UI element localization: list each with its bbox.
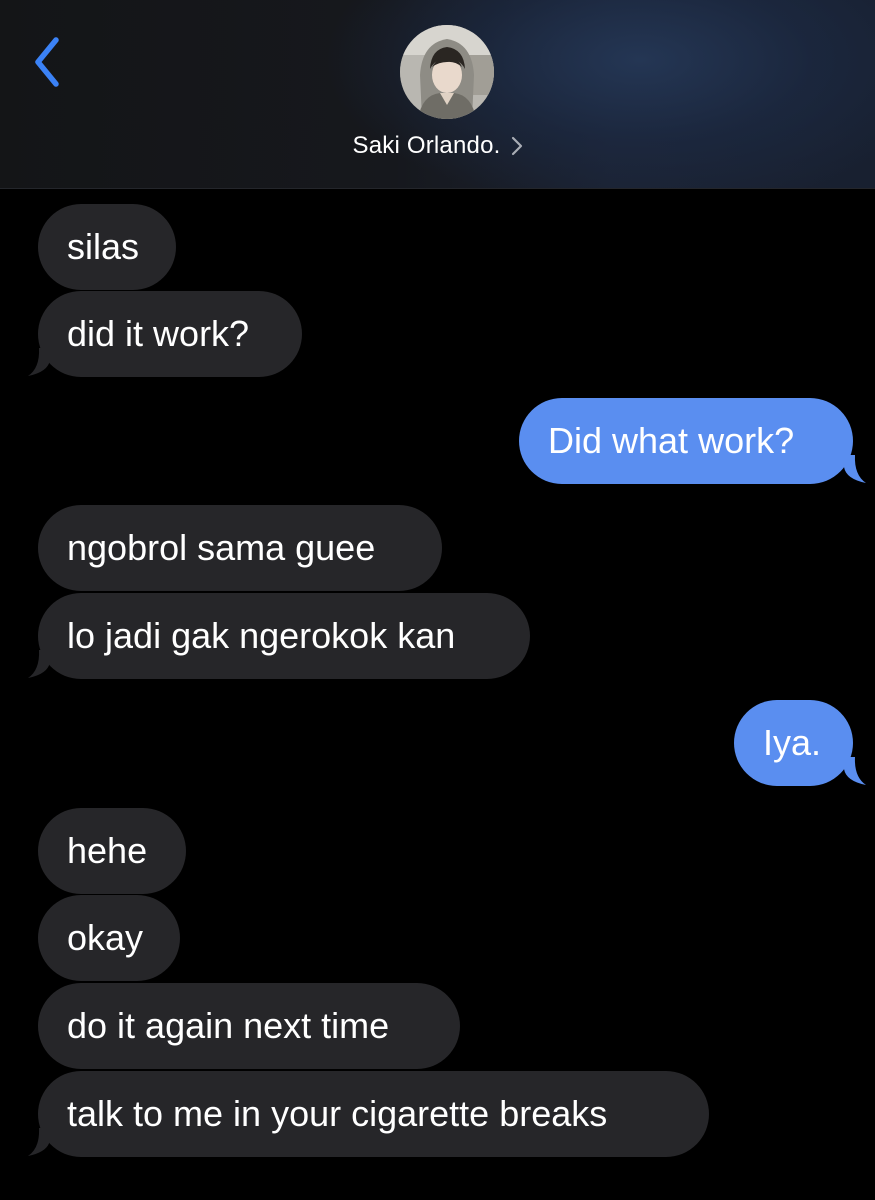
message-bubble-incoming[interactable]: talk to me in your cigarette breaks — [38, 1071, 709, 1157]
message-bubble-incoming[interactable]: do it again next time — [38, 983, 460, 1069]
message-text: do it again next time — [67, 1005, 390, 1046]
chevron-left-icon — [35, 37, 59, 87]
message-bubble-incoming[interactable]: lo jadi gak ngerokok kan — [38, 593, 530, 679]
message-text: Did what work? — [548, 420, 795, 461]
message-bubble-incoming[interactable]: silas — [38, 204, 176, 290]
message-text: did it work? — [67, 313, 250, 354]
message-bubble-outgoing[interactable]: Did what work? — [519, 398, 853, 484]
message-text: okay — [67, 917, 144, 958]
message-text: hehe — [67, 830, 148, 871]
contact-name-button[interactable]: Saki Orlando. — [0, 126, 875, 166]
message-bubble-incoming[interactable]: okay — [38, 895, 180, 981]
message-text: ngobrol sama guee — [67, 527, 376, 568]
message-text: lo jadi gak ngerokok kan — [67, 615, 456, 656]
conversation-header: Saki Orlando. — [0, 0, 875, 189]
avatar-photo — [400, 25, 494, 119]
message-text: talk to me in your cigarette breaks — [67, 1093, 608, 1134]
back-button[interactable] — [22, 30, 72, 94]
message-bubble-incoming[interactable]: ngobrol sama guee — [38, 505, 442, 591]
contact-name: Saki Orlando. — [352, 132, 501, 159]
message-bubble-incoming[interactable]: hehe — [38, 808, 186, 894]
message-text: Iya. — [763, 722, 822, 763]
contact-avatar[interactable] — [400, 25, 494, 119]
message-bubble-incoming[interactable]: did it work? — [38, 291, 302, 377]
chevron-right-icon — [511, 136, 523, 156]
message-text: silas — [67, 226, 140, 267]
message-bubble-outgoing[interactable]: Iya. — [734, 700, 853, 786]
